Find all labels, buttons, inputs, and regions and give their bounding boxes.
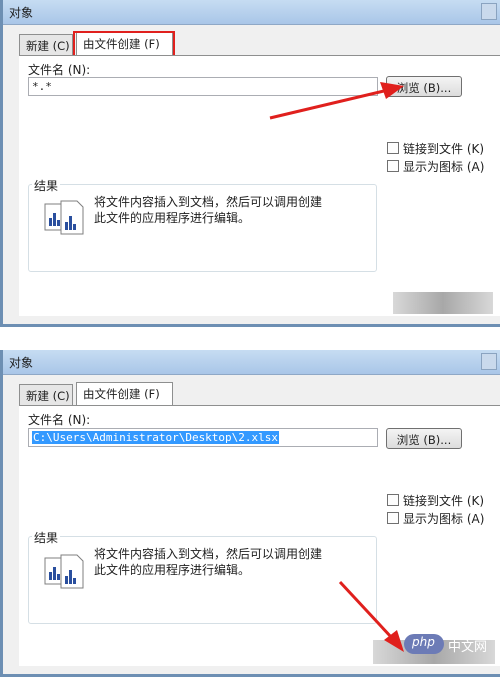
browse-button[interactable]: 浏览 (B)... [386, 76, 462, 97]
close-button[interactable] [481, 3, 497, 20]
link-to-file-checkbox[interactable] [387, 494, 399, 506]
result-title: 结果 [32, 177, 61, 194]
result-description: 将文件内容插入到文档，然后可以调用创建 此文件的应用程序进行编辑。 [94, 546, 322, 578]
filename-label: 文件名 (N): [28, 413, 91, 427]
php-logo-text: php [412, 635, 435, 649]
tab-create-new[interactable]: 新建 (C) [19, 34, 73, 55]
object-dialog-2: 对象 新建 (C) 由文件创建 (F) 文件名 (N): C:\Users\Ad… [0, 350, 500, 677]
result-line-2: 此文件的应用程序进行编辑。 [94, 211, 251, 225]
browse-button[interactable]: 浏览 (B)... [386, 428, 462, 449]
filename-input-selected-text: C:\Users\Administrator\Desktop\2.xlsx [32, 431, 280, 444]
close-button[interactable] [481, 353, 497, 370]
result-description: 将文件内容插入到文档，然后可以调用创建 此文件的应用程序进行编辑。 [94, 194, 322, 226]
tab-create-from-file[interactable]: 由文件创建 (F) [76, 382, 173, 407]
display-as-icon-checkbox[interactable] [387, 160, 399, 172]
display-as-icon-label: 显示为图标 (A) [403, 512, 485, 526]
filename-input[interactable]: C:\Users\Administrator\Desktop\2.xlsx [28, 428, 378, 447]
filename-input[interactable]: *.* [28, 77, 378, 96]
link-to-file-checkbox[interactable] [387, 142, 399, 154]
blurred-buttons [393, 292, 493, 314]
result-title: 结果 [32, 529, 61, 546]
title-bar[interactable]: 对象 [3, 0, 500, 25]
dialog-title: 对象 [9, 6, 34, 20]
tab-create-new[interactable]: 新建 (C) [19, 384, 73, 405]
result-line-2: 此文件的应用程序进行编辑。 [94, 563, 251, 577]
tab-highlight-box [73, 31, 175, 58]
result-line-1: 将文件内容插入到文档，然后可以调用创建 [94, 195, 323, 209]
embedded-object-icon [44, 554, 84, 589]
watermark-site-text: 中文网 [448, 640, 488, 655]
embedded-object-icon [44, 200, 84, 235]
link-to-file-label: 链接到文件 (K) [403, 494, 485, 508]
link-to-file-label: 链接到文件 (K) [403, 142, 485, 156]
object-dialog-1: 对象 新建 (C) 由文件创建 (F) 文件名 (N): *.* 浏览 (B).… [0, 0, 500, 327]
dialog-title: 对象 [9, 356, 34, 370]
php-logo: php [404, 634, 444, 654]
display-as-icon-checkbox[interactable] [387, 512, 399, 524]
result-line-1: 将文件内容插入到文档，然后可以调用创建 [94, 547, 323, 561]
display-as-icon-label: 显示为图标 (A) [403, 160, 485, 174]
title-bar[interactable]: 对象 [3, 350, 500, 375]
filename-label: 文件名 (N): [28, 63, 91, 77]
